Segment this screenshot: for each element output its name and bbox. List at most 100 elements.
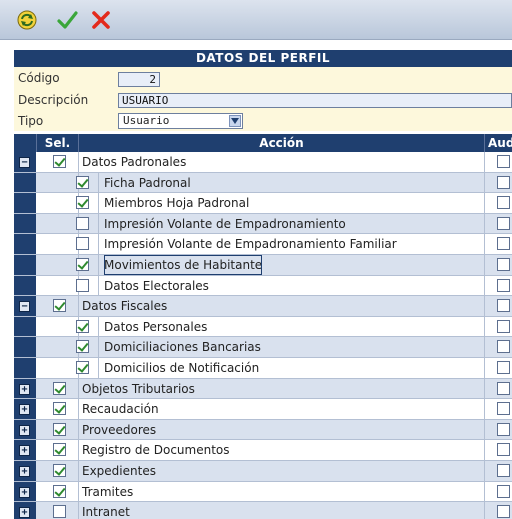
aud-checkbox[interactable]: [497, 422, 510, 436]
sel-checkbox[interactable]: [53, 402, 66, 416]
expand-icon[interactable]: +: [19, 486, 30, 498]
sel-checkbox[interactable]: [53, 381, 66, 395]
sel-checkbox[interactable]: [53, 422, 66, 436]
table-row[interactable]: + Expedientes: [14, 460, 512, 482]
aud-checkbox[interactable]: [497, 155, 510, 168]
chevron-down-icon[interactable]: [229, 115, 241, 127]
descripcion-field[interactable]: USUARIO: [118, 93, 512, 108]
aud-checkbox[interactable]: [497, 340, 510, 354]
action-label: Proveedores: [82, 422, 157, 437]
table-row[interactable]: Datos Personales: [14, 316, 512, 338]
sel-checkbox[interactable]: [76, 237, 89, 251]
action-label: Domiciliaciones Bancarias: [104, 340, 261, 355]
collapse-icon[interactable]: −: [19, 301, 30, 313]
column-divider: [78, 440, 79, 460]
aud-checkbox[interactable]: [497, 257, 510, 271]
section-title: DATOS DEL PERFIL: [14, 50, 512, 67]
expand-icon[interactable]: +: [19, 404, 30, 416]
sel-checkbox[interactable]: [53, 443, 66, 457]
toolbar: [0, 0, 512, 40]
table-row[interactable]: + Tramites: [14, 481, 512, 503]
sel-checkbox[interactable]: [76, 175, 89, 189]
cancel-button[interactable]: [88, 7, 114, 33]
expander-cell: [14, 275, 36, 296]
sel-checkbox[interactable]: [76, 360, 89, 374]
column-divider: [78, 378, 79, 399]
codigo-field[interactable]: 2: [118, 72, 160, 87]
table-row[interactable]: Miembros Hoja Padronal: [14, 193, 512, 214]
refresh-icon: [17, 10, 37, 30]
sel-checkbox[interactable]: [76, 278, 89, 292]
expand-icon[interactable]: +: [19, 445, 30, 457]
table-row[interactable]: Domiciliaciones Bancarias: [14, 337, 512, 358]
aud-checkbox[interactable]: [497, 299, 510, 313]
expand-icon[interactable]: +: [19, 465, 30, 477]
collapse-icon[interactable]: −: [19, 157, 30, 168]
table-row[interactable]: Datos Electorales: [14, 275, 512, 297]
aud-checkbox[interactable]: [497, 505, 510, 519]
aud-checkbox[interactable]: [497, 402, 510, 416]
expander-cell: +: [14, 502, 36, 519]
column-divider: [484, 481, 485, 502]
action-label: Intranet: [82, 505, 130, 519]
action-label: Datos Personales: [104, 319, 208, 334]
aud-checkbox[interactable]: [497, 360, 510, 374]
column-divider: [78, 399, 79, 419]
column-divider: [484, 460, 485, 481]
aud-checkbox[interactable]: [497, 463, 510, 477]
sel-checkbox[interactable]: [76, 196, 89, 210]
table-row[interactable]: Impresión Volante de Empadronamiento Fam…: [14, 234, 512, 255]
column-divider: [484, 440, 485, 460]
table-row[interactable]: Ficha Padronal: [14, 172, 512, 194]
table-row[interactable]: Movimientos de Habitante: [14, 254, 512, 276]
table-row[interactable]: + Objetos Tributarios: [14, 378, 512, 400]
action-label: Domicilios de Notificación: [104, 360, 260, 375]
sel-checkbox[interactable]: [76, 319, 89, 333]
aud-checkbox[interactable]: [497, 196, 510, 210]
table-row[interactable]: Impresión Volante de Empadronamiento: [14, 213, 512, 235]
aud-checkbox[interactable]: [497, 237, 510, 251]
table-row[interactable]: − Datos Fiscales: [14, 296, 512, 317]
table-row[interactable]: + Registro de Documentos: [14, 440, 512, 461]
aud-checkbox[interactable]: [497, 484, 510, 498]
aud-checkbox[interactable]: [497, 381, 510, 395]
sel-checkbox[interactable]: [76, 216, 89, 230]
grid-body: − Datos Padronales Ficha Padronal Miembros …: [14, 152, 512, 519]
accept-button[interactable]: [54, 7, 80, 33]
expand-icon[interactable]: +: [19, 507, 30, 519]
refresh-button[interactable]: [14, 7, 40, 33]
action-label: Impresión Volante de Empadronamiento Fam…: [104, 237, 397, 252]
table-row[interactable]: + Intranet: [14, 502, 512, 519]
table-row[interactable]: − Datos Padronales: [14, 152, 512, 173]
action-label: Datos Fiscales: [82, 299, 168, 314]
aud-checkbox[interactable]: [497, 443, 510, 457]
sel-checkbox[interactable]: [76, 257, 89, 271]
sel-checkbox[interactable]: [53, 484, 66, 498]
table-row[interactable]: Domicilios de Notificación: [14, 357, 512, 379]
column-divider: [484, 234, 485, 254]
expander-cell: [14, 193, 36, 213]
aud-checkbox[interactable]: [497, 278, 510, 292]
action-label: Registro de Documentos: [82, 443, 230, 458]
aud-checkbox[interactable]: [497, 216, 510, 230]
column-divider: [78, 502, 79, 519]
action-label: Impresión Volante de Empadronamiento: [104, 216, 346, 231]
sel-checkbox[interactable]: [53, 155, 66, 168]
indent-divider: [98, 357, 99, 378]
expander-cell: −: [14, 152, 36, 172]
expand-icon[interactable]: +: [19, 383, 30, 395]
table-row[interactable]: + Recaudación: [14, 399, 512, 420]
sel-checkbox[interactable]: [53, 505, 66, 519]
sel-checkbox[interactable]: [76, 340, 89, 354]
indent-divider: [98, 213, 99, 234]
tipo-select[interactable]: Usuario: [118, 113, 243, 129]
column-divider: [484, 316, 485, 337]
column-divider: [78, 152, 79, 172]
table-row[interactable]: + Proveedores: [14, 419, 512, 441]
sel-checkbox[interactable]: [53, 299, 66, 313]
expand-icon[interactable]: +: [19, 424, 30, 436]
column-divider: [484, 193, 485, 213]
aud-checkbox[interactable]: [497, 319, 510, 333]
aud-checkbox[interactable]: [497, 175, 510, 189]
sel-checkbox[interactable]: [53, 463, 66, 477]
